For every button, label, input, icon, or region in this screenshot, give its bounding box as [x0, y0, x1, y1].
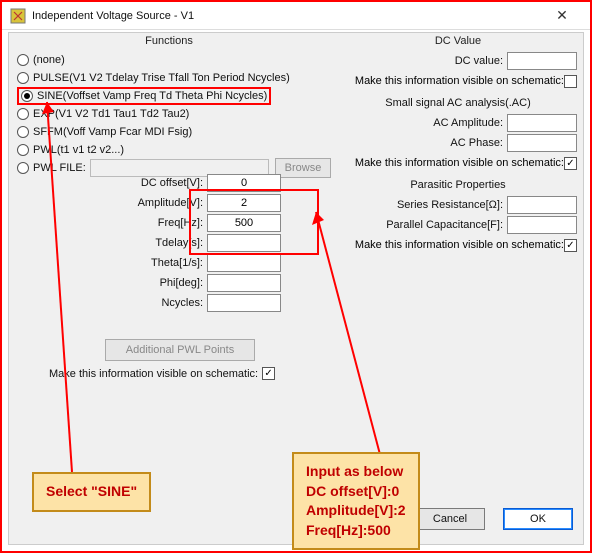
dcvalue-label: DC value: [455, 55, 507, 67]
para-c-label: Parallel Capacitance[F]: [386, 219, 507, 231]
dcoffset-label: DC offset[V]: [77, 177, 207, 189]
para-r-input[interactable] [507, 196, 577, 214]
callout-input-values: Input as below DC offset[V]:0 Amplitude[… [292, 452, 420, 550]
ncycles-input[interactable] [207, 294, 281, 312]
functions-heading: Functions [9, 35, 329, 47]
app-icon [10, 8, 26, 24]
radio-exp[interactable]: EXP(V1 V2 Td1 Tau1 Td2 Tau2) [15, 105, 331, 123]
radio-pwl-label: PWL(t1 v1 t2 v2...) [33, 144, 124, 156]
para-heading: Parasitic Properties [339, 179, 577, 191]
radio-none-label: (none) [33, 54, 65, 66]
title-bar: Independent Voltage Source - V1 ✕ [2, 2, 590, 30]
freq-label: Freq[Hz]: [77, 217, 207, 229]
ac-amp-input[interactable] [507, 114, 577, 132]
ac-schem-label: Make this information visible on schemat… [355, 157, 564, 169]
radio-sffm-label: SFFM(Voff Vamp Fcar MDI Fsig) [33, 126, 192, 138]
dc-schem-checkbox[interactable] [564, 75, 577, 88]
ok-button[interactable]: OK [503, 508, 573, 530]
callout-select-sine: Select "SINE" [32, 472, 151, 512]
ac-heading: Small signal AC analysis(.AC) [339, 97, 577, 109]
para-schem-checkbox[interactable] [564, 239, 577, 252]
ac-phase-input[interactable] [507, 134, 577, 152]
functions-schem-label: Make this information visible on schemat… [49, 368, 258, 380]
dcvalue-input[interactable] [507, 52, 577, 70]
ac-phase-label: AC Phase: [450, 137, 507, 149]
phi-input[interactable] [207, 274, 281, 292]
theta-label: Theta[1/s]: [77, 257, 207, 269]
radio-sine[interactable]: SINE(Voffset Vamp Freq Td Theta Phi Ncyc… [15, 87, 331, 105]
ac-schem-checkbox[interactable] [564, 157, 577, 170]
phi-label: Phi[deg]: [77, 277, 207, 289]
functions-schem-checkbox[interactable] [262, 367, 275, 380]
radio-sine-label: SINE(Voffset Vamp Freq Td Theta Phi Ncyc… [37, 90, 267, 102]
radio-exp-label: EXP(V1 V2 Td1 Tau1 Td2 Tau2) [33, 108, 189, 120]
dcvalue-heading: DC Value [339, 35, 577, 47]
amplitude-label: Amplitude[V]: [77, 197, 207, 209]
radio-pulse-label: PULSE(V1 V2 Tdelay Trise Tfall Ton Perio… [33, 72, 290, 84]
radio-none[interactable]: (none) [15, 51, 331, 69]
theta-input[interactable] [207, 254, 281, 272]
tdelay-label: Tdelay[s]: [77, 237, 207, 249]
cancel-button[interactable]: Cancel [415, 508, 485, 530]
annotation-params-box [189, 189, 319, 255]
para-c-input[interactable] [507, 216, 577, 234]
radio-sffm[interactable]: SFFM(Voff Vamp Fcar MDI Fsig) [15, 123, 331, 141]
ncycles-label: Ncycles: [77, 297, 207, 309]
para-r-label: Series Resistance[Ω]: [397, 199, 507, 211]
close-button[interactable]: ✕ [542, 7, 582, 24]
radio-pulse[interactable]: PULSE(V1 V2 Tdelay Trise Tfall Ton Perio… [15, 69, 331, 87]
dc-schem-label: Make this information visible on schemat… [355, 75, 564, 87]
para-schem-label: Make this information visible on schemat… [355, 239, 564, 251]
radio-pwl[interactable]: PWL(t1 v1 t2 v2...) [15, 141, 331, 159]
window-title: Independent Voltage Source - V1 [32, 10, 542, 22]
additional-pwl-button[interactable]: Additional PWL Points [105, 339, 255, 361]
ac-amp-label: AC Amplitude: [433, 117, 507, 129]
